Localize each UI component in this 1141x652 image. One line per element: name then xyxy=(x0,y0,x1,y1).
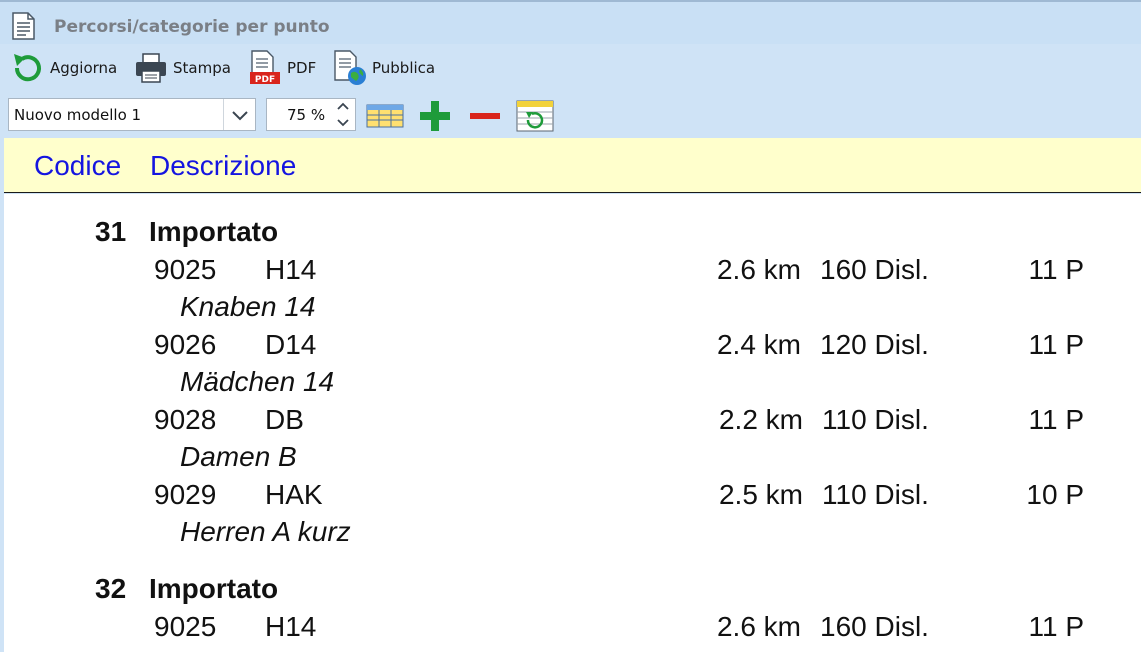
course-controls: 11 P xyxy=(1028,611,1084,642)
course-category: H14 xyxy=(265,254,317,285)
options-toolbar: Nuovo modello 1 75 % xyxy=(0,94,1141,138)
course-length: 2.6 km xyxy=(716,254,801,285)
course-category: DB xyxy=(265,404,304,435)
table-columns-icon xyxy=(366,104,404,128)
course-name: Knaben 14 xyxy=(180,291,316,322)
printer-icon xyxy=(136,53,166,83)
publish-label: Pubblica xyxy=(372,59,436,77)
refresh-label: Aggiorna xyxy=(50,59,118,77)
course-length: 2.4 km xyxy=(716,329,801,360)
publish-button[interactable]: Pubblica xyxy=(332,50,435,86)
add-button[interactable] xyxy=(416,100,454,132)
window-title: Percorsi/categorie per punto xyxy=(54,17,330,37)
course-controls: 11 P xyxy=(1028,254,1084,285)
report-window: Percorsi/categorie per punto Aggiorna St… xyxy=(0,0,1141,652)
group-code: 31 xyxy=(95,216,127,247)
course-controls: 11 P xyxy=(1028,404,1084,435)
course-code: 9025 xyxy=(154,611,217,642)
chevron-down-icon xyxy=(231,110,248,120)
course-length: 2.6 km xyxy=(716,611,801,642)
print-label: Stampa xyxy=(173,59,231,77)
minus-icon xyxy=(470,113,500,119)
column-header-description: Descrizione xyxy=(150,150,297,181)
course-category: H14 xyxy=(265,611,317,642)
refresh-icon xyxy=(14,54,41,82)
course-climb: 120 Disl. xyxy=(820,329,929,360)
course-climb: 110 Disl. xyxy=(822,479,929,510)
course-code: 9028 xyxy=(154,404,217,435)
course-climb: 160 Disl. xyxy=(820,254,929,285)
course-climb: 110 Disl. xyxy=(822,404,929,435)
group-description: Importato xyxy=(149,216,279,247)
course-category: HAK xyxy=(265,479,323,510)
remove-button[interactable] xyxy=(466,100,504,132)
print-button[interactable]: Stampa xyxy=(133,50,231,86)
pdf-icon: PDF xyxy=(250,50,280,85)
group-description: Importato xyxy=(149,573,279,604)
course-code: 9025 xyxy=(154,254,217,285)
zoom-spin-buttons xyxy=(331,99,355,130)
template-select-value: Nuovo modello 1 xyxy=(14,106,142,124)
course-climb: 160 Disl. xyxy=(820,611,929,642)
course-code: 9029 xyxy=(154,479,217,510)
refresh-button[interactable]: Aggiorna xyxy=(10,50,117,86)
column-header-code: Codice xyxy=(34,150,122,181)
pdf-badge-text: PDF xyxy=(255,75,275,85)
template-select[interactable]: Nuovo modello 1 xyxy=(8,98,256,131)
zoom-stepper[interactable]: 75 % xyxy=(266,98,356,131)
course-code: 9026 xyxy=(154,329,217,360)
course-controls: 11 P xyxy=(1028,329,1084,360)
plus-icon xyxy=(420,101,450,131)
course-name: Herren A kurz xyxy=(180,516,351,547)
pdf-button[interactable]: PDF PDF xyxy=(247,50,316,86)
course-category: D14 xyxy=(265,329,317,360)
course-length: 2.5 km xyxy=(718,479,803,510)
chevron-down-icon[interactable] xyxy=(336,118,350,127)
document-icon xyxy=(12,12,35,40)
group-code: 32 xyxy=(95,573,127,604)
report-body: 31 Importato 9025 H14 2.6 km 160 Disl. 1… xyxy=(4,194,1141,652)
course-length: 2.2 km xyxy=(718,404,803,435)
main-toolbar: Aggiorna Stampa PDF PDF Pubblica xyxy=(0,44,1141,94)
zoom-value: 75 % xyxy=(287,106,326,124)
pdf-label: PDF xyxy=(287,59,317,77)
course-name: Mädchen 14 xyxy=(180,366,335,397)
title-bar: Percorsi/categorie per punto xyxy=(0,0,1141,44)
table-reset-icon xyxy=(516,100,554,132)
globe-document-icon xyxy=(334,50,366,85)
chevron-up-icon[interactable] xyxy=(336,102,350,111)
course-name: Damen B xyxy=(180,441,297,472)
course-controls: 10 P xyxy=(1026,479,1084,510)
template-dropdown-button[interactable] xyxy=(223,99,255,130)
column-header: Codice Descrizione xyxy=(4,138,1141,193)
reset-columns-button[interactable] xyxy=(516,100,554,132)
columns-settings-button[interactable] xyxy=(366,100,404,132)
